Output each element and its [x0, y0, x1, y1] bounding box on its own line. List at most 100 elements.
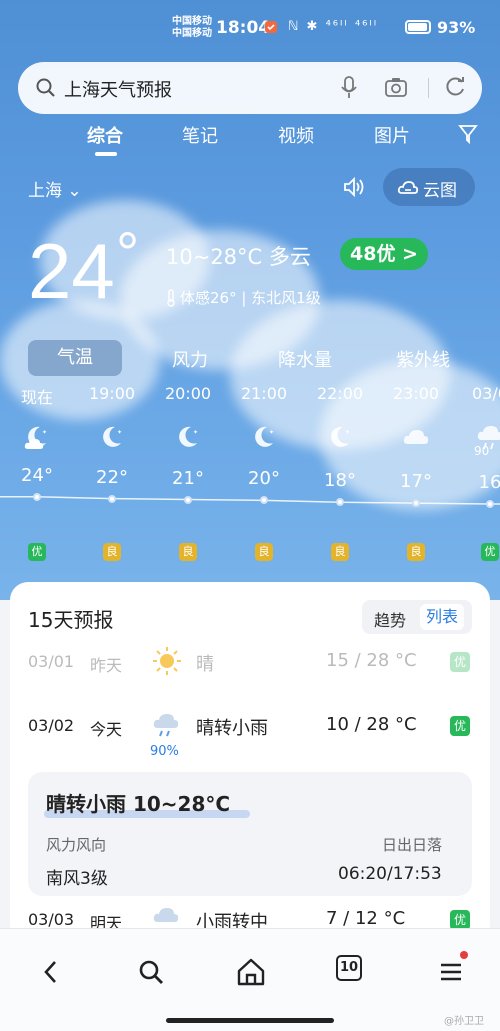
hour-temperature: 22°	[96, 466, 128, 488]
menu-icon[interactable]	[434, 955, 468, 989]
forecast-row-yesterday[interactable]: 03/01 昨天 晴 15 / 28 °C 优	[10, 640, 490, 690]
aqi-badge[interactable]: 48优 >	[340, 238, 428, 270]
search-icon[interactable]	[134, 955, 168, 989]
forecast-row-today[interactable]: 03/02 今天 90% 晴转小雨 10 / 28 °C 优	[10, 704, 490, 759]
row-range: 15 / 28 °C	[326, 650, 417, 671]
row-range: 7 / 12 °C	[326, 908, 406, 929]
battery-percent: 93%	[437, 18, 476, 37]
toggle-trend[interactable]: 趋势	[374, 607, 406, 631]
city-selector[interactable]: 上海 ⌄	[28, 176, 82, 201]
cloud-radar-icon	[397, 181, 419, 194]
metric-tab-wind[interactable]: 风力	[172, 346, 208, 372]
tab-active-indicator	[95, 152, 117, 156]
filter-icon[interactable]	[458, 124, 478, 144]
home-indicator	[166, 1018, 334, 1023]
sun-icon	[153, 647, 181, 675]
today-range-condition: 10~28°C 多云	[166, 245, 311, 269]
hour-time-label: 现在	[20, 388, 53, 407]
tab-images[interactable]: 图片	[374, 122, 410, 148]
hour-temperature: 17°	[400, 471, 432, 493]
svg-text:✦: ✦	[345, 429, 350, 436]
row-day: 今天	[90, 720, 123, 739]
row-precip-probability: 90%	[150, 744, 179, 759]
wind-value: 南风3级	[46, 869, 108, 889]
refresh-icon[interactable]	[444, 76, 466, 98]
temperature-point	[184, 495, 192, 504]
hour-aqi-badge: 良	[179, 543, 197, 561]
hour-aqi-badge: 良	[331, 543, 349, 561]
moon-icon: ✦	[103, 426, 122, 447]
carrier-2: 中国移动	[172, 28, 212, 39]
temperature-point	[486, 500, 494, 508]
row-aqi-badge: 优	[450, 652, 470, 672]
microphone-icon[interactable]	[340, 76, 358, 100]
back-icon[interactable]	[34, 955, 68, 989]
feels-like-wind: 体感26° | 东北风1级	[180, 289, 321, 307]
hour-time-label: 22:00	[316, 384, 364, 403]
temperature-point	[33, 492, 41, 501]
moon-cloud-icon: ✦	[24, 426, 47, 449]
hour-time-label: 21:00	[240, 384, 288, 403]
home-icon[interactable]	[234, 955, 268, 989]
battery-icon	[405, 20, 431, 34]
moon-icon: ✦	[179, 426, 198, 447]
temperature-point	[108, 494, 116, 503]
today-detail-panel: 晴转小雨 10~28°C 风力风向 日出日落 南风3级 06:20/17:53	[28, 772, 472, 896]
metric-tab-precipitation[interactable]: 降水量	[278, 346, 332, 372]
carrier-1: 中国移动	[172, 16, 212, 27]
row-range: 10 / 28 °C	[326, 714, 417, 735]
search-input[interactable]: 上海天气预报	[64, 76, 172, 102]
cloud-icon	[403, 430, 429, 444]
clock: 18:04	[216, 18, 271, 38]
hour-time-label: 19:00	[88, 384, 136, 403]
moon-icon: ✦	[331, 426, 350, 447]
thermometer-icon	[167, 289, 175, 307]
hour-time-label: 03/0	[472, 384, 500, 403]
search-icon	[36, 78, 55, 97]
row-condition: 晴转小雨	[196, 718, 268, 739]
row-date: 03/02	[28, 716, 75, 735]
tab-videos[interactable]: 视频	[278, 122, 314, 148]
signal-icons: ℕ ✱ ⁴⁶ᴵᴵ ⁴⁶ᴵᴵ	[288, 19, 379, 34]
metric-tab-temperature[interactable]: 气温	[28, 340, 122, 376]
current-temperature: 24 °	[28, 221, 139, 317]
sunrise-sunset-value: 06:20/17:53	[338, 864, 442, 884]
hour-temperature: 18°	[324, 470, 356, 492]
svg-text:✦: ✦	[193, 429, 198, 436]
watermark: @孙卫卫	[444, 1016, 484, 1027]
hour-aqi-badge: 优	[481, 543, 499, 561]
precip-probability: 90	[474, 444, 490, 458]
tabs-count-button[interactable]: 10	[336, 955, 362, 981]
hour-aqi-badge: 良	[103, 543, 121, 561]
speaker-icon[interactable]	[342, 176, 366, 198]
hour-time-label: 23:00	[392, 384, 440, 403]
svg-text:✦: ✦	[117, 429, 122, 436]
notification-dot	[460, 951, 468, 959]
tab-general[interactable]: 综合	[87, 122, 123, 148]
row-aqi-badge: 优	[450, 716, 470, 736]
divider	[428, 78, 429, 98]
hour-temperature: 16	[478, 472, 500, 493]
metric-tab-uv[interactable]: 紫外线	[396, 346, 450, 372]
row-aqi-badge: 优	[450, 910, 470, 930]
radar-button[interactable]: 云图	[383, 168, 475, 206]
carrier-label: 中国移动 中国移动	[172, 16, 212, 40]
svg-text:✦: ✦	[42, 429, 47, 436]
moon-icon: ✦	[255, 426, 274, 447]
camera-icon[interactable]	[384, 76, 408, 98]
tab-notes[interactable]: 笔记	[182, 122, 218, 148]
view-toggle: 趋势 列表	[362, 600, 472, 634]
row-date: 03/03	[28, 910, 75, 929]
detail-title: 晴转小雨 10~28°C	[46, 792, 231, 816]
hour-aqi-badge: 良	[407, 543, 425, 561]
search-bar[interactable]: 上海天气预报	[18, 62, 482, 114]
radar-label: 云图	[423, 181, 457, 201]
status-bar: 中国移动 中国移动 18:04 ℕ ✱ ⁴⁶ᴵᴵ ⁴⁶ᴵᴵ 93%	[0, 0, 500, 58]
hour-temperature: 24°	[21, 464, 53, 486]
current-temp-value: 24	[28, 227, 115, 315]
search-tabs: 综合 笔记 视频 图片	[0, 118, 500, 162]
rain-cloud-icon	[153, 714, 179, 737]
toggle-list[interactable]: 列表	[420, 604, 465, 630]
hour-aqi-badge: 优	[28, 543, 46, 561]
bottom-navigation: 10	[0, 928, 500, 1031]
